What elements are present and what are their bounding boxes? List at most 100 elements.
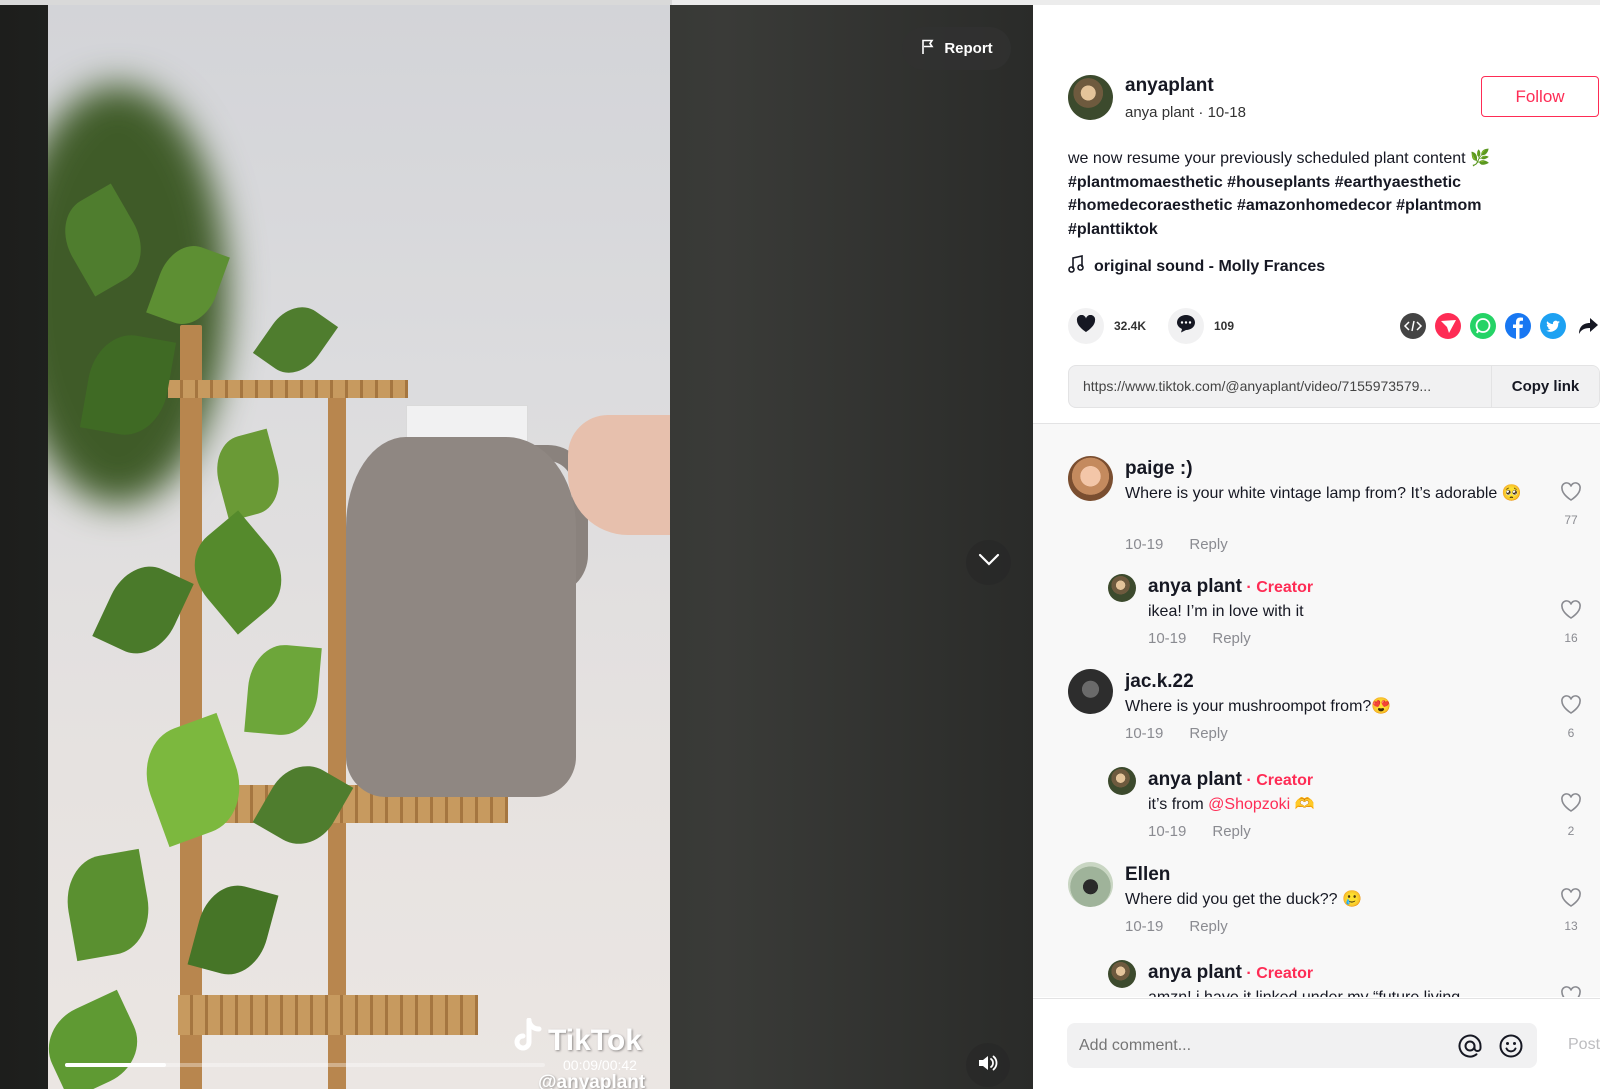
comment-username[interactable]: anya plant · Creator — [1148, 576, 1313, 598]
music-title: original sound - Molly Frances — [1094, 257, 1326, 275]
volume-button[interactable] — [966, 1043, 1010, 1087]
comment-meta: 10-19 Reply — [1125, 918, 1228, 935]
comment-like[interactable]: 6 — [1556, 695, 1586, 740]
avatar[interactable] — [1068, 456, 1113, 501]
hashtag-link[interactable]: #earthyaesthetic — [1335, 174, 1461, 191]
like-action[interactable]: 32.4K — [1068, 308, 1146, 344]
heart-outline-icon — [1560, 986, 1582, 997]
reply-button[interactable]: Reply — [1212, 630, 1250, 647]
comment-date: 10-19 — [1125, 536, 1164, 553]
avatar[interactable] — [1108, 767, 1136, 795]
hashtag-link[interactable]: #plantmom — [1396, 197, 1481, 214]
comment-text: Where did you get the duck?? 🥲 — [1125, 891, 1362, 908]
next-video-button[interactable] — [966, 540, 1011, 585]
comment-date: 10-19 — [1148, 823, 1187, 840]
post-button[interactable]: Post — [1568, 1036, 1600, 1054]
comment-like[interactable]: 2 — [1556, 793, 1586, 838]
comment-item: jac.k.22 Where is your mushroompot from?… — [1068, 669, 1588, 749]
action-bar: 32.4K 109 — [1068, 308, 1598, 348]
like-count: 32.4K — [1114, 319, 1147, 333]
avatar[interactable] — [1068, 669, 1113, 714]
reply-item: anya plant · Creator ikea! I’m in love w… — [1108, 574, 1588, 654]
hashtag-link[interactable]: #planttiktok — [1068, 221, 1158, 238]
embed-button[interactable] — [1400, 312, 1426, 341]
heart-outline-icon — [1560, 600, 1582, 624]
hashtag-link[interactable]: #houseplants — [1227, 174, 1330, 191]
mushroom-vase-scene — [346, 437, 576, 797]
progress-bar[interactable] — [65, 1063, 545, 1067]
comment-username[interactable]: anya plant · Creator — [1148, 769, 1313, 791]
facebook-button[interactable] — [1505, 312, 1531, 341]
comment-meta: 10-19 Reply — [1125, 725, 1228, 742]
report-button[interactable]: Report — [902, 27, 1011, 70]
mention-at-icon[interactable] — [1457, 1033, 1483, 1064]
comment-like-count: 2 — [1567, 824, 1575, 838]
comment-like-count: 6 — [1567, 726, 1575, 740]
heart-icon — [1076, 314, 1096, 338]
watermark-handle: @anyaplant — [538, 1072, 646, 1089]
reply-username[interactable]: anya plant — [1148, 576, 1242, 597]
comment-username[interactable]: paige :) — [1125, 458, 1193, 480]
comment-username[interactable]: jac.k.22 — [1125, 671, 1194, 693]
comment-item: Ellen Where did you get the duck?? 🥲 10-… — [1068, 862, 1588, 942]
progress-fill — [65, 1063, 166, 1067]
reply-button[interactable]: Reply — [1212, 823, 1250, 840]
avatar[interactable] — [1108, 960, 1136, 988]
video-frame[interactable] — [48, 5, 670, 1089]
tiktok-logo-icon — [510, 1017, 544, 1064]
copy-link-button[interactable]: Copy link — [1491, 366, 1599, 407]
share-arrow-icon — [1577, 316, 1599, 341]
comment-text-prefix: it’s from — [1148, 796, 1209, 813]
report-label: Report — [944, 40, 993, 57]
comment-like-count: 77 — [1564, 513, 1578, 527]
speaker-icon — [977, 1053, 999, 1078]
comment-text-suffix: 🫶 — [1290, 796, 1315, 813]
comment-like[interactable]: 13 — [1556, 888, 1586, 933]
comment-button[interactable] — [1168, 308, 1204, 344]
creator-badge: · Creator — [1241, 772, 1314, 789]
comment-composer: Post — [1033, 998, 1600, 1089]
avatar[interactable] — [1068, 75, 1113, 120]
comment-like[interactable]: 16 — [1556, 600, 1586, 645]
send-to-friends-button[interactable] — [1435, 312, 1461, 344]
comment-action[interactable]: 109 — [1168, 308, 1234, 344]
comment-meta: 10-19 Reply — [1148, 823, 1251, 840]
reply-username[interactable]: anya plant — [1148, 769, 1242, 790]
reply-button[interactable]: Reply — [1189, 725, 1227, 742]
comment-like[interactable]: 77 — [1556, 482, 1586, 527]
author-username[interactable]: anyaplant — [1125, 75, 1214, 97]
hashtag-link[interactable]: #homedecoraesthetic — [1068, 197, 1233, 214]
hashtag-link[interactable]: #plantmomaesthetic — [1068, 174, 1223, 191]
heart-outline-icon — [1560, 695, 1582, 719]
creator-label: Creator — [1256, 579, 1314, 596]
follow-button[interactable]: Follow — [1481, 76, 1599, 117]
creator-label: Creator — [1256, 772, 1314, 789]
share-link-text[interactable]: https://www.tiktok.com/@anyaplant/video/… — [1083, 378, 1473, 394]
emoji-smiley-icon[interactable] — [1498, 1033, 1524, 1064]
video-player[interactable]: Report TikTok 00:09/00:42 @anyaplant — [0, 0, 1033, 1089]
flag-icon — [920, 39, 936, 59]
comment-username[interactable]: Ellen — [1125, 864, 1170, 886]
twitter-button[interactable] — [1540, 312, 1566, 344]
comments-list[interactable]: paige :) Where is your white vintage lam… — [1033, 423, 1600, 997]
comment-text: Where is your mushroompot from?😍 — [1125, 698, 1392, 715]
avatar[interactable] — [1068, 862, 1113, 907]
reply-username[interactable]: anya plant — [1148, 962, 1242, 983]
send-to-friends-icon — [1435, 312, 1461, 344]
reply-button[interactable]: Reply — [1189, 536, 1227, 553]
heart-outline-icon — [1560, 482, 1582, 506]
music-note-icon — [1068, 255, 1084, 278]
chevron-down-icon — [978, 553, 1000, 572]
twitter-icon — [1540, 312, 1566, 344]
hashtag-link[interactable]: #amazonhomedecor — [1237, 197, 1392, 214]
like-button[interactable] — [1068, 308, 1104, 344]
reply-button[interactable]: Reply — [1189, 918, 1227, 935]
comment-like[interactable] — [1556, 986, 1586, 997]
comment-username[interactable]: anya plant · Creator — [1148, 962, 1313, 984]
avatar[interactable] — [1108, 574, 1136, 602]
reply-item: anya plant · Creator it’s from @Shopzoki… — [1108, 767, 1588, 847]
music-link[interactable]: original sound - Molly Frances — [1068, 255, 1325, 278]
whatsapp-button[interactable] — [1470, 312, 1496, 341]
more-share-button[interactable] — [1575, 315, 1600, 341]
mention-link[interactable]: @Shopzoki — [1208, 796, 1290, 813]
